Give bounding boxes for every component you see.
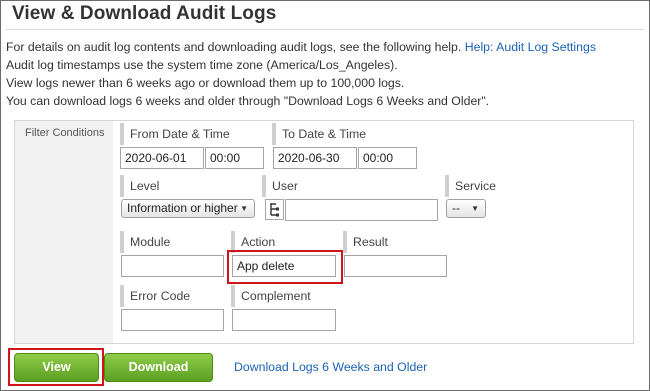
to-date-input[interactable]: 2020-06-30: [273, 147, 357, 169]
page-title: View & Download Audit Logs: [12, 3, 277, 24]
result-label: Result: [343, 231, 388, 253]
org-tree-icon: [270, 203, 279, 217]
to-time-input[interactable]: 00:00: [358, 147, 417, 169]
filter-sidebar: Filter Conditions: [15, 121, 113, 343]
help-link[interactable]: Help: Audit Log Settings: [465, 40, 596, 54]
action-input[interactable]: App delete: [232, 255, 336, 277]
description-line-1: For details on audit log contents and do…: [6, 40, 596, 54]
from-datetime-label: From Date & Time: [120, 123, 230, 145]
module-input[interactable]: [121, 255, 224, 277]
description-line-2: Audit log timestamps use the system time…: [6, 58, 398, 72]
download-old-logs-link[interactable]: Download Logs 6 Weeks and Older: [234, 360, 427, 374]
chevron-down-icon: ▼: [240, 204, 248, 213]
from-time-input[interactable]: 00:00: [205, 147, 264, 169]
result-input[interactable]: [344, 255, 447, 277]
title-divider: [6, 29, 644, 30]
from-date-input[interactable]: 2020-06-01: [120, 147, 204, 169]
service-label: Service: [445, 175, 496, 197]
filter-conditions-label: Filter Conditions: [25, 127, 105, 139]
chevron-down-icon: ▼: [471, 204, 479, 213]
org-tree-button[interactable]: [265, 199, 284, 220]
level-label: Level: [120, 175, 159, 197]
download-button[interactable]: Download: [104, 353, 213, 382]
error-code-label: Error Code: [120, 285, 190, 307]
level-select[interactable]: Information or higher ▼: [121, 199, 255, 218]
complement-label: Complement: [231, 285, 311, 307]
service-selected-value: --: [452, 201, 460, 215]
level-selected-value: Information or higher: [127, 201, 238, 215]
description-text: For details on audit log contents and do…: [6, 40, 462, 54]
user-input[interactable]: [285, 199, 438, 221]
user-label: User: [262, 175, 298, 197]
view-button[interactable]: View: [14, 353, 99, 382]
module-label: Module: [120, 231, 170, 253]
complement-input[interactable]: [232, 309, 336, 331]
description-line-3: View logs newer than 6 weeks ago or down…: [6, 76, 405, 90]
action-label: Action: [231, 231, 275, 253]
error-code-input[interactable]: [121, 309, 224, 331]
description-line-4: You can download logs 6 weeks and older …: [6, 94, 490, 108]
service-select[interactable]: -- ▼: [446, 199, 486, 218]
to-datetime-label: To Date & Time: [272, 123, 366, 145]
